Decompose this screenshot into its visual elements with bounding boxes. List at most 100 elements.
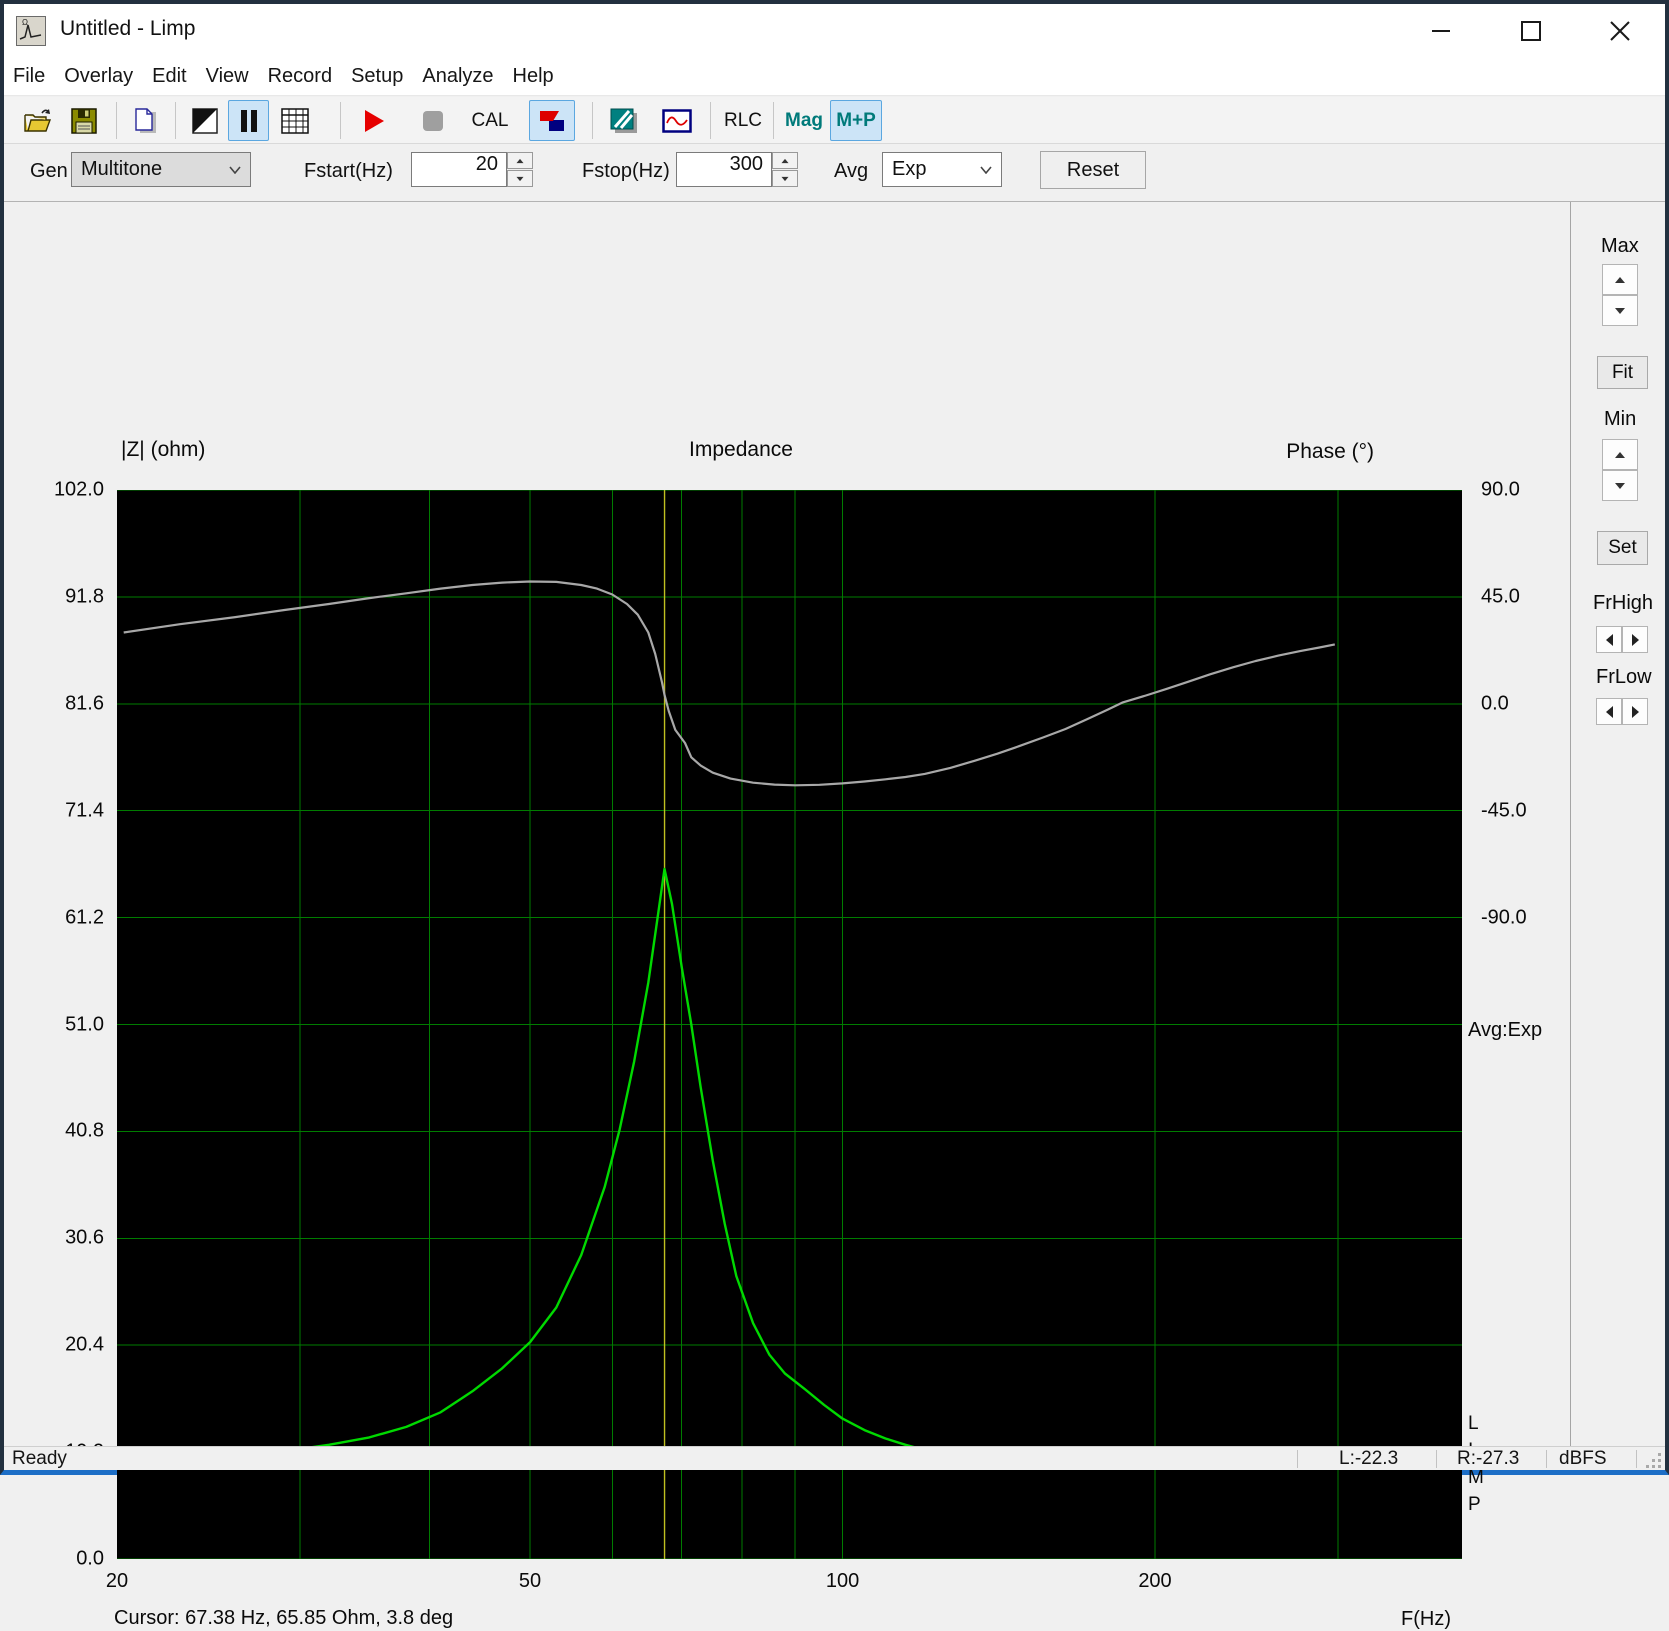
averaging-value: Exp — [892, 158, 927, 180]
left-axis-tick: 20.4 — [65, 1333, 104, 1356]
menu-item-analyze[interactable]: Analyze — [422, 65, 493, 88]
toolbar-separator — [710, 102, 711, 139]
left-axis-tick: 71.4 — [65, 799, 104, 822]
toolbar: CAL RLC Mag M+P — [4, 97, 1665, 144]
table-button[interactable] — [274, 100, 315, 141]
magnitude-phase-view-button[interactable]: M+P — [830, 100, 882, 141]
spin-up-icon — [781, 158, 789, 163]
left-axis-tick: 0.0 — [76, 1547, 104, 1570]
spin-down-icon — [1615, 482, 1625, 489]
left-axis-tick: 51.0 — [65, 1013, 104, 1035]
spin-up-icon — [516, 158, 524, 163]
pause-icon — [240, 109, 257, 132]
x-axis-tick: 50 — [518, 1570, 542, 1592]
status-bar: Ready L:-22.3 R:-27.3 dBFS — [4, 1446, 1665, 1470]
status-separator — [1546, 1450, 1547, 1468]
max-spinner[interactable] — [1602, 264, 1638, 326]
toolbar-separator — [340, 102, 341, 139]
fstart-label: Fstart(Hz) — [304, 160, 393, 182]
save-icon — [70, 107, 97, 134]
bw-background-button[interactable] — [184, 100, 225, 141]
bw-mode-icon — [191, 107, 218, 134]
frhigh-arrows[interactable] — [1596, 626, 1648, 653]
rlc-label: RLC — [723, 109, 762, 131]
copy-button[interactable] — [125, 100, 166, 141]
right-axis-tick: 90.0 — [1481, 478, 1520, 501]
copy-icon — [134, 107, 156, 133]
close-button[interactable] — [1575, 4, 1665, 58]
fstop-input[interactable]: 300 — [676, 152, 772, 187]
minimize-button[interactable] — [1396, 4, 1486, 58]
right-axis-tick: -90.0 — [1481, 906, 1527, 929]
frlow-arrows[interactable] — [1596, 698, 1648, 725]
status-separator — [1636, 1450, 1637, 1468]
menu-bar: File Overlay Edit View Record Setup Analyze Hel… — [4, 58, 1665, 96]
stop-button[interactable] — [412, 100, 453, 141]
toolbar-separator — [773, 102, 774, 139]
table-icon — [280, 107, 309, 134]
impedance-measure-button[interactable] — [529, 100, 575, 141]
menu-item-overlay[interactable]: Overlay — [64, 65, 133, 88]
fit-button[interactable]: Fit — [1597, 356, 1648, 389]
x-axis-label: F(Hz) — [1401, 1608, 1451, 1630]
generator-select[interactable]: Multitone — [71, 152, 251, 187]
status-separator — [1436, 1450, 1437, 1468]
x-axis-tick: 100 — [825, 1570, 860, 1592]
spin-up-icon — [1615, 276, 1625, 283]
menu-item-setup[interactable]: Setup — [351, 65, 403, 88]
reset-label: Reset — [1066, 158, 1120, 181]
left-axis-tick: 30.6 — [65, 1226, 104, 1249]
overlay-icon — [610, 108, 637, 133]
fstop-label: Fstop(Hz) — [582, 160, 670, 182]
resize-grip[interactable] — [1646, 1453, 1662, 1469]
chart-title: Impedance — [689, 438, 793, 461]
right-axis-tick: -45.0 — [1481, 799, 1527, 822]
avg-indicator: Avg:Exp — [1468, 1019, 1543, 1041]
magnitude-view-button[interactable]: Mag — [781, 100, 827, 141]
left-axis-tick: 61.2 — [65, 906, 104, 929]
menu-item-file[interactable]: File — [13, 65, 45, 88]
play-icon — [364, 109, 384, 132]
menu-item-help[interactable]: Help — [513, 65, 554, 88]
pause-button[interactable] — [228, 100, 269, 141]
set-button[interactable]: Set — [1597, 531, 1648, 565]
right-axis-tick: 0.0 — [1481, 692, 1509, 715]
title-bar[interactable]: Ω Untitled - Limp — [4, 4, 1665, 58]
signal-icon — [662, 108, 692, 133]
graph-area: |Z| (ohm) Impedance Phase (°) 102.0 91.8 8… — [4, 202, 1665, 1630]
spin-down-icon — [781, 176, 789, 181]
status-right-level: R:-27.3 — [1457, 1448, 1520, 1469]
arrow-left-icon — [1605, 705, 1613, 718]
gen-label: Gen — [30, 160, 68, 182]
generator-value: Multitone — [81, 158, 163, 180]
app-icon: Ω — [16, 16, 46, 46]
fstart-input[interactable]: 20 — [411, 152, 507, 187]
min-spinner[interactable] — [1602, 439, 1638, 501]
save-button[interactable] — [63, 100, 104, 141]
reset-button[interactable]: Reset — [1040, 151, 1146, 189]
fstart-spinner[interactable] — [507, 152, 533, 187]
left-axis-tick: 40.8 — [65, 1119, 104, 1142]
toolbar-separator — [116, 102, 117, 139]
fstop-spinner[interactable] — [772, 152, 798, 187]
menu-item-edit[interactable]: Edit — [152, 65, 186, 88]
arrow-left-icon — [1605, 633, 1613, 646]
menu-item-record[interactable]: Record — [268, 65, 332, 88]
calibrate-button[interactable]: CAL — [464, 100, 516, 141]
left-axis-tick: 91.8 — [65, 585, 104, 608]
averaging-select[interactable]: Exp — [882, 152, 1002, 187]
menu-item-view[interactable]: View — [206, 65, 249, 88]
impedance-plot[interactable] — [117, 489, 1462, 1560]
x-axis-tick: 200 — [1138, 1570, 1172, 1592]
start-button[interactable] — [353, 100, 394, 141]
rlc-button[interactable]: RLC — [719, 100, 767, 141]
arrow-right-icon — [1631, 705, 1639, 718]
close-icon — [1610, 21, 1630, 41]
overlay-button[interactable] — [603, 100, 644, 141]
cursor-readout: Cursor: 67.38 Hz, 65.85 Ohm, 3.8 deg — [114, 1607, 454, 1629]
signal-generator-button[interactable] — [655, 100, 699, 141]
maximize-button[interactable] — [1486, 4, 1576, 58]
status-ready: Ready — [12, 1448, 67, 1469]
stop-icon — [422, 110, 443, 131]
open-button[interactable] — [16, 100, 57, 141]
